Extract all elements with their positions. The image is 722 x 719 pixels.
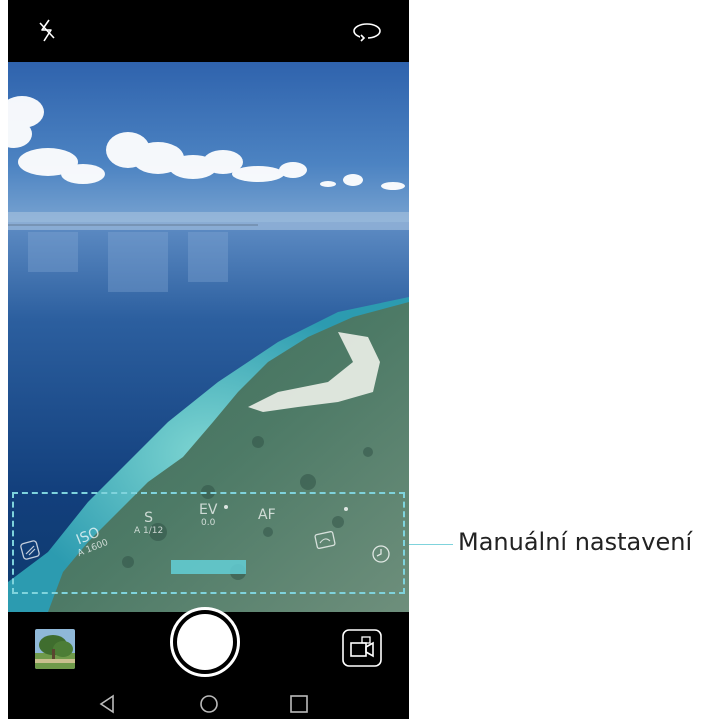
camera-app: ISO A 1600 S A 1/12 EV 0.0 AF xyxy=(8,0,409,719)
flash-off-icon[interactable] xyxy=(30,14,64,48)
home-icon[interactable] xyxy=(196,692,222,716)
manual-settings-highlight xyxy=(12,492,405,594)
navigation-bar xyxy=(8,612,409,719)
switch-camera-icon[interactable] xyxy=(350,14,384,48)
callout-line xyxy=(409,544,453,545)
manual-settings-callout: Manuální nastavení xyxy=(458,528,693,556)
camera-viewfinder[interactable]: ISO A 1600 S A 1/12 EV 0.0 AF xyxy=(8,62,409,612)
camera-top-bar xyxy=(8,0,409,62)
recents-icon[interactable] xyxy=(286,692,312,716)
back-icon[interactable] xyxy=(94,692,120,716)
